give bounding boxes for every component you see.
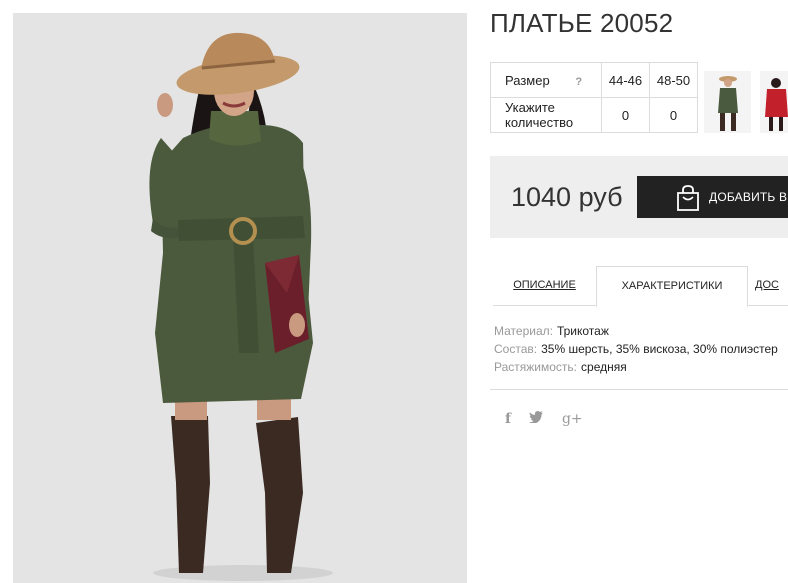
thumb-red-coat[interactable] [760, 71, 788, 133]
product-tabs: ОПИСАНИЕ ХАРАКТЕРИСТИКИ ДОС [493, 266, 788, 307]
size-help-icon[interactable]: ? [575, 76, 582, 88]
section-divider [490, 389, 788, 390]
quantity-label-line1: Укажите [505, 100, 555, 115]
thumb-red-coat-image [765, 78, 788, 131]
characteristics-list: Материал: Трикотаж Состав: 35% шерсть, 35%… [494, 322, 778, 376]
twitter-icon[interactable] [529, 411, 544, 427]
quantity-row: Укажите количество 0 0 [490, 97, 698, 133]
product-title: ПЛАТЬЕ 20052 [490, 8, 674, 38]
spec-value: средняя [581, 360, 627, 374]
spec-key: Материал: [494, 324, 553, 338]
googleplus-icon[interactable]: g+ [562, 411, 583, 427]
spec-key: Растяжимость: [494, 360, 578, 374]
social-share: f g+ [505, 410, 597, 428]
size-row: Размер ? 44-46 48-50 [490, 62, 698, 98]
facebook-icon[interactable]: f [505, 411, 511, 427]
spec-row-stretch: Растяжимость: средняя [494, 358, 778, 376]
quantity-label-line2: количество [505, 115, 574, 130]
price: 1040 руб [511, 182, 623, 212]
size-option-48-50: 48-50 [649, 62, 698, 98]
product-main-image[interactable] [13, 13, 467, 583]
price-box: 1040 руб ДОБАВИТЬ В З [490, 156, 788, 238]
add-to-cart-button[interactable]: ДОБАВИТЬ В З [637, 176, 788, 218]
quantity-label: Укажите количество [490, 97, 602, 133]
spec-value: 35% шерсть, 35% вискоза, 30% полиэстер [541, 342, 778, 356]
size-label-cell: Размер ? [490, 62, 602, 98]
tab-delivery[interactable]: ДОС [755, 266, 788, 305]
tab-characteristics[interactable]: ХАРАКТЕРИСТИКИ [596, 266, 748, 307]
dress-model-illustration [149, 32, 333, 581]
shopping-bag-icon [677, 185, 699, 211]
size-quantity-table: Размер ? 44-46 48-50 Укажите количество … [490, 62, 698, 133]
size-label: Размер [505, 72, 550, 88]
quantity-input-48-50[interactable]: 0 [649, 97, 698, 133]
spec-row-composition: Состав: 35% шерсть, 35% вискоза, 30% поли… [494, 340, 778, 358]
size-option-44-46: 44-46 [601, 62, 650, 98]
thumb-green-dress-image [718, 76, 738, 131]
thumb-green-dress[interactable] [704, 71, 751, 133]
tab-description[interactable]: ОПИСАНИЕ [493, 266, 596, 305]
spec-row-material: Материал: Трикотаж [494, 322, 778, 340]
spec-value: Трикотаж [556, 324, 609, 338]
add-to-cart-label: ДОБАВИТЬ В З [709, 190, 788, 204]
quantity-input-44-46[interactable]: 0 [601, 97, 650, 133]
spec-key: Состав: [494, 342, 538, 356]
